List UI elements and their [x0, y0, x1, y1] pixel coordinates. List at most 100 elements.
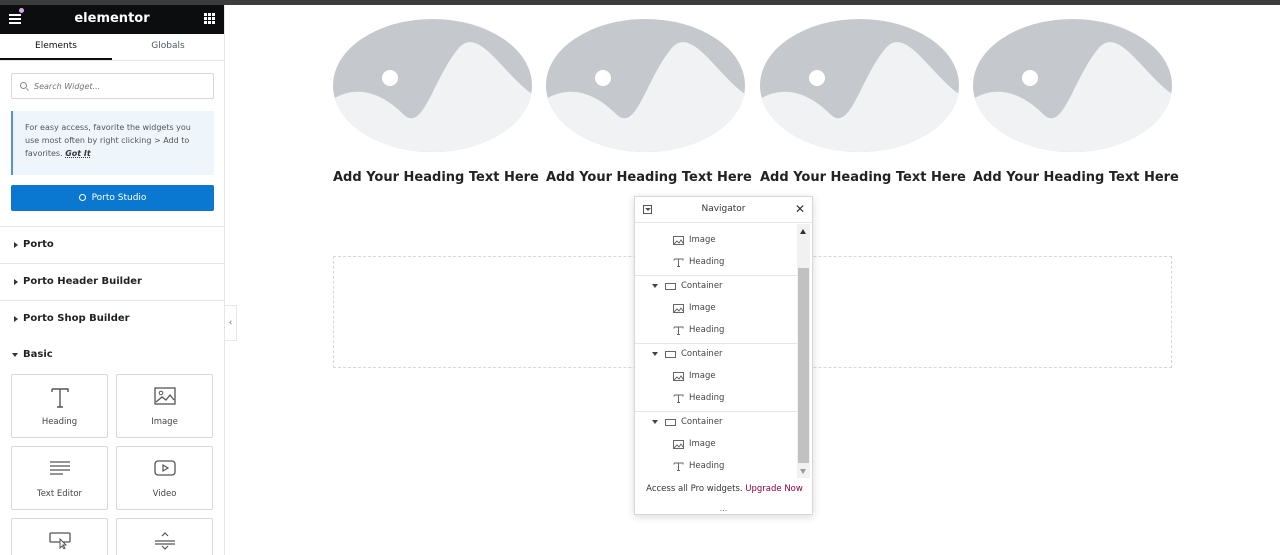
widget-label: Text Editor: [36, 489, 83, 499]
panel-tabs: Elements Globals: [0, 34, 224, 61]
navigator-item-heading[interactable]: Heading: [635, 252, 798, 274]
pro-widgets-text: Access all Pro widgets.: [646, 484, 743, 494]
navigator-item-image[interactable]: Image: [635, 298, 798, 320]
category-label: Porto Shop Builder: [23, 313, 130, 324]
container-icon: [665, 419, 676, 426]
item-label: Image: [689, 439, 716, 449]
heading-text[interactable]: Add Your Heading Text Here: [973, 170, 1179, 185]
widget-label: Video: [152, 489, 177, 499]
scroll-up-icon[interactable]: [800, 229, 806, 234]
button-icon: [12, 531, 107, 553]
collapse-panel-button[interactable]: ‹: [225, 305, 237, 341]
category-porto-shop-builder[interactable]: Porto Shop Builder: [0, 300, 224, 337]
image-icon: [673, 236, 684, 245]
widgets-grid-icon[interactable]: [204, 13, 215, 24]
chevron-down-icon[interactable]: [652, 284, 658, 288]
navigator-panel: Navigator ✕ Image Heading Container Imag…: [634, 196, 813, 515]
heading-icon: [673, 462, 684, 471]
text-editor-icon: [12, 459, 107, 481]
scroll-down-icon[interactable]: [800, 469, 806, 474]
elementor-logo: elementor: [74, 11, 150, 26]
tab-elements[interactable]: Elements: [0, 34, 112, 60]
image-heading-column[interactable]: Add Your Heading Text Here: [760, 19, 966, 185]
item-label: Container: [681, 417, 723, 427]
heading-text[interactable]: Add Your Heading Text Here: [760, 170, 966, 185]
widget-heading[interactable]: Heading: [11, 374, 108, 438]
category-porto[interactable]: Porto: [0, 226, 224, 263]
image-placeholder[interactable]: [973, 19, 1172, 152]
porto-studio-label: Porto Studio: [91, 193, 147, 203]
location-pin-icon: [78, 194, 86, 201]
item-label: Image: [689, 235, 716, 245]
navigator-title: Navigator: [701, 204, 746, 214]
category-porto-header-builder[interactable]: Porto Header Builder: [0, 263, 224, 300]
navigator-header[interactable]: Navigator ✕: [635, 197, 812, 223]
item-label: Container: [681, 281, 723, 291]
navigator-footer: Access all Pro widgets. Upgrade Now: [635, 484, 814, 494]
widget-divider[interactable]: [116, 518, 213, 555]
navigator-item-heading[interactable]: Heading: [635, 320, 798, 342]
navigator-item-image[interactable]: Image: [635, 230, 798, 252]
widget-image[interactable]: Image: [116, 374, 213, 438]
panel-header: elementor: [0, 5, 224, 34]
image-heading-column[interactable]: Add Your Heading Text Here: [546, 19, 752, 185]
heading-icon: [12, 387, 107, 409]
chevron-down-icon[interactable]: [652, 420, 658, 424]
resize-handle[interactable]: ...: [635, 505, 812, 513]
image-heading-column[interactable]: Add Your Heading Text Here: [973, 19, 1179, 185]
widget-video[interactable]: Video: [116, 446, 213, 510]
widget-text-editor[interactable]: Text Editor: [11, 446, 108, 510]
chevron-down-icon[interactable]: [652, 352, 658, 356]
item-label: Image: [689, 371, 716, 381]
tip-text: For easy access, favorite the widgets yo…: [25, 123, 191, 158]
porto-studio-button[interactable]: Porto Studio: [11, 185, 214, 211]
image-placeholder[interactable]: [333, 19, 532, 152]
item-label: Container: [681, 349, 723, 359]
search-widget-input[interactable]: [34, 78, 209, 95]
navigator-item-image[interactable]: Image: [635, 434, 798, 456]
navigator-item-container[interactable]: Container: [635, 343, 798, 365]
item-label: Heading: [689, 257, 725, 267]
navigator-item-heading[interactable]: Heading: [635, 456, 798, 478]
chevron-right-icon: [14, 279, 18, 285]
navigator-item-image[interactable]: Image: [635, 366, 798, 388]
close-icon[interactable]: ✕: [795, 202, 805, 216]
elementor-panel: elementor Elements Globals For easy acce…: [0, 5, 225, 555]
image-icon: [673, 372, 684, 381]
got-it-link[interactable]: Got It: [65, 149, 90, 158]
image-heading-column[interactable]: Add Your Heading Text Here: [333, 19, 539, 185]
heading-icon: [673, 394, 684, 403]
category-basic[interactable]: Basic: [0, 337, 224, 374]
heading-text[interactable]: Add Your Heading Text Here: [546, 170, 752, 185]
category-label: Porto Header Builder: [23, 276, 142, 287]
image-placeholder[interactable]: [546, 19, 745, 152]
chevron-down-icon: [12, 353, 18, 357]
image-placeholder[interactable]: [760, 19, 959, 152]
favorites-tip: For easy access, favorite the widgets yo…: [11, 111, 214, 175]
item-label: Heading: [689, 461, 725, 471]
scrollbar-thumb[interactable]: [798, 268, 809, 463]
widget-button[interactable]: [11, 518, 108, 555]
navigator-item-container[interactable]: Container: [635, 275, 798, 297]
category-label: Porto: [23, 239, 54, 250]
item-label: Image: [689, 303, 716, 313]
widget-label: Heading: [41, 417, 78, 427]
heading-text[interactable]: Add Your Heading Text Here: [333, 170, 539, 185]
category-label: Basic: [23, 349, 53, 360]
container-icon: [665, 351, 676, 358]
chevron-right-icon: [14, 316, 18, 322]
image-icon: [673, 440, 684, 449]
item-label: Heading: [689, 393, 725, 403]
upgrade-now-link[interactable]: Upgrade Now: [745, 484, 803, 494]
chevron-right-icon: [14, 242, 18, 248]
navigator-item-heading[interactable]: Heading: [635, 388, 798, 410]
navigator-scrollbar[interactable]: [797, 224, 810, 478]
heading-icon: [673, 326, 684, 335]
item-label: Heading: [689, 325, 725, 335]
tab-globals[interactable]: Globals: [112, 34, 224, 60]
container-icon: [665, 283, 676, 290]
image-icon: [673, 304, 684, 313]
heading-icon: [673, 258, 684, 267]
image-icon: [117, 387, 212, 409]
navigator-item-container[interactable]: Container: [635, 411, 798, 433]
